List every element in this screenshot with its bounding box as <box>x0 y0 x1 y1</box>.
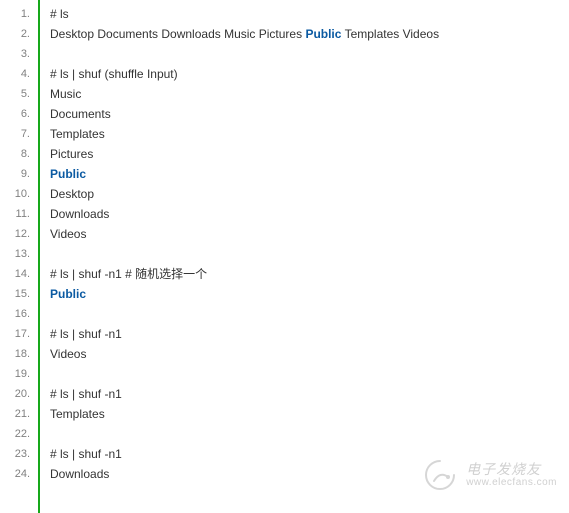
line-number: 23. <box>0 444 38 464</box>
watermark-title: 电子发烧友 <box>466 462 557 477</box>
line-number: 14. <box>0 264 38 284</box>
line-number: 20. <box>0 384 38 404</box>
code-token: Templates Videos <box>341 27 439 41</box>
code-line: Desktop Documents Downloads Music Pictur… <box>50 24 569 44</box>
code-line: # ls | shuf -n1 # 随机选择一个 <box>50 264 569 284</box>
code-line: # ls <box>50 4 569 24</box>
line-number: 21. <box>0 404 38 424</box>
code-token: # ls | shuf -n1 <box>50 387 122 401</box>
line-number: 9. <box>0 164 38 184</box>
watermark-text: 电子发烧友 www.elecfans.com <box>466 462 557 488</box>
line-number: 19. <box>0 364 38 384</box>
code-line: Templates <box>50 404 569 424</box>
code-line <box>50 364 569 384</box>
line-number: 5. <box>0 84 38 104</box>
code-line: Videos <box>50 344 569 364</box>
line-number: 15. <box>0 284 38 304</box>
code-token: # ls | shuf -n1 <box>50 327 122 341</box>
code-token: # ls | shuf (shuffle Input) <box>50 67 178 81</box>
highlighted-token: Public <box>305 27 341 41</box>
code-line: # ls | shuf (shuffle Input) <box>50 64 569 84</box>
line-number: 7. <box>0 124 38 144</box>
code-token: Templates <box>50 127 105 141</box>
code-line <box>50 244 569 264</box>
line-number: 18. <box>0 344 38 364</box>
watermark-logo-icon <box>422 457 458 493</box>
line-number: 11. <box>0 204 38 224</box>
line-number: 13. <box>0 244 38 264</box>
line-number: 1. <box>0 4 38 24</box>
code-token: # ls | shuf -n1 <box>50 447 122 461</box>
code-line <box>50 44 569 64</box>
line-number: 22. <box>0 424 38 444</box>
code-token: # ls <box>50 7 69 21</box>
code-token: Desktop <box>50 187 94 201</box>
line-number: 8. <box>0 144 38 164</box>
code-line <box>50 424 569 444</box>
code-line: Documents <box>50 104 569 124</box>
code-line: Downloads <box>50 204 569 224</box>
line-number: 24. <box>0 464 38 484</box>
line-number-gutter: 1.2.3.4.5.6.7.8.9.10.11.12.13.14.15.16.1… <box>0 0 40 513</box>
code-line: Templates <box>50 124 569 144</box>
code-line: # ls | shuf -n1 <box>50 324 569 344</box>
code-area: # ls Desktop Documents Downloads Music Pi… <box>40 0 569 513</box>
code-line: Pictures <box>50 144 569 164</box>
code-token: Documents <box>50 107 111 121</box>
code-token: Videos <box>50 227 86 241</box>
code-token: Music <box>50 87 81 101</box>
code-token: Downloads <box>50 207 109 221</box>
code-line: Videos <box>50 224 569 244</box>
code-token: Pictures <box>50 147 93 161</box>
watermark-url: www.elecfans.com <box>466 477 557 488</box>
code-token: Templates <box>50 407 105 421</box>
code-line: Public <box>50 164 569 184</box>
code-line: Public <box>50 284 569 304</box>
code-line: # ls | shuf -n1 <box>50 384 569 404</box>
watermark: 电子发烧友 www.elecfans.com <box>422 457 557 493</box>
code-line <box>50 304 569 324</box>
code-token: Videos <box>50 347 86 361</box>
line-number: 6. <box>0 104 38 124</box>
line-number: 16. <box>0 304 38 324</box>
code-line: Music <box>50 84 569 104</box>
line-number: 12. <box>0 224 38 244</box>
highlighted-token: Public <box>50 287 86 301</box>
code-block: 1.2.3.4.5.6.7.8.9.10.11.12.13.14.15.16.1… <box>0 0 569 513</box>
highlighted-token: Public <box>50 167 86 181</box>
code-line: Desktop <box>50 184 569 204</box>
line-number: 10. <box>0 184 38 204</box>
line-number: 3. <box>0 44 38 64</box>
line-number: 4. <box>0 64 38 84</box>
line-number: 2. <box>0 24 38 44</box>
line-number: 17. <box>0 324 38 344</box>
code-token: # ls | shuf -n1 # 随机选择一个 <box>50 267 207 281</box>
code-token: Downloads <box>50 467 109 481</box>
code-token: Desktop Documents Downloads Music Pictur… <box>50 27 305 41</box>
